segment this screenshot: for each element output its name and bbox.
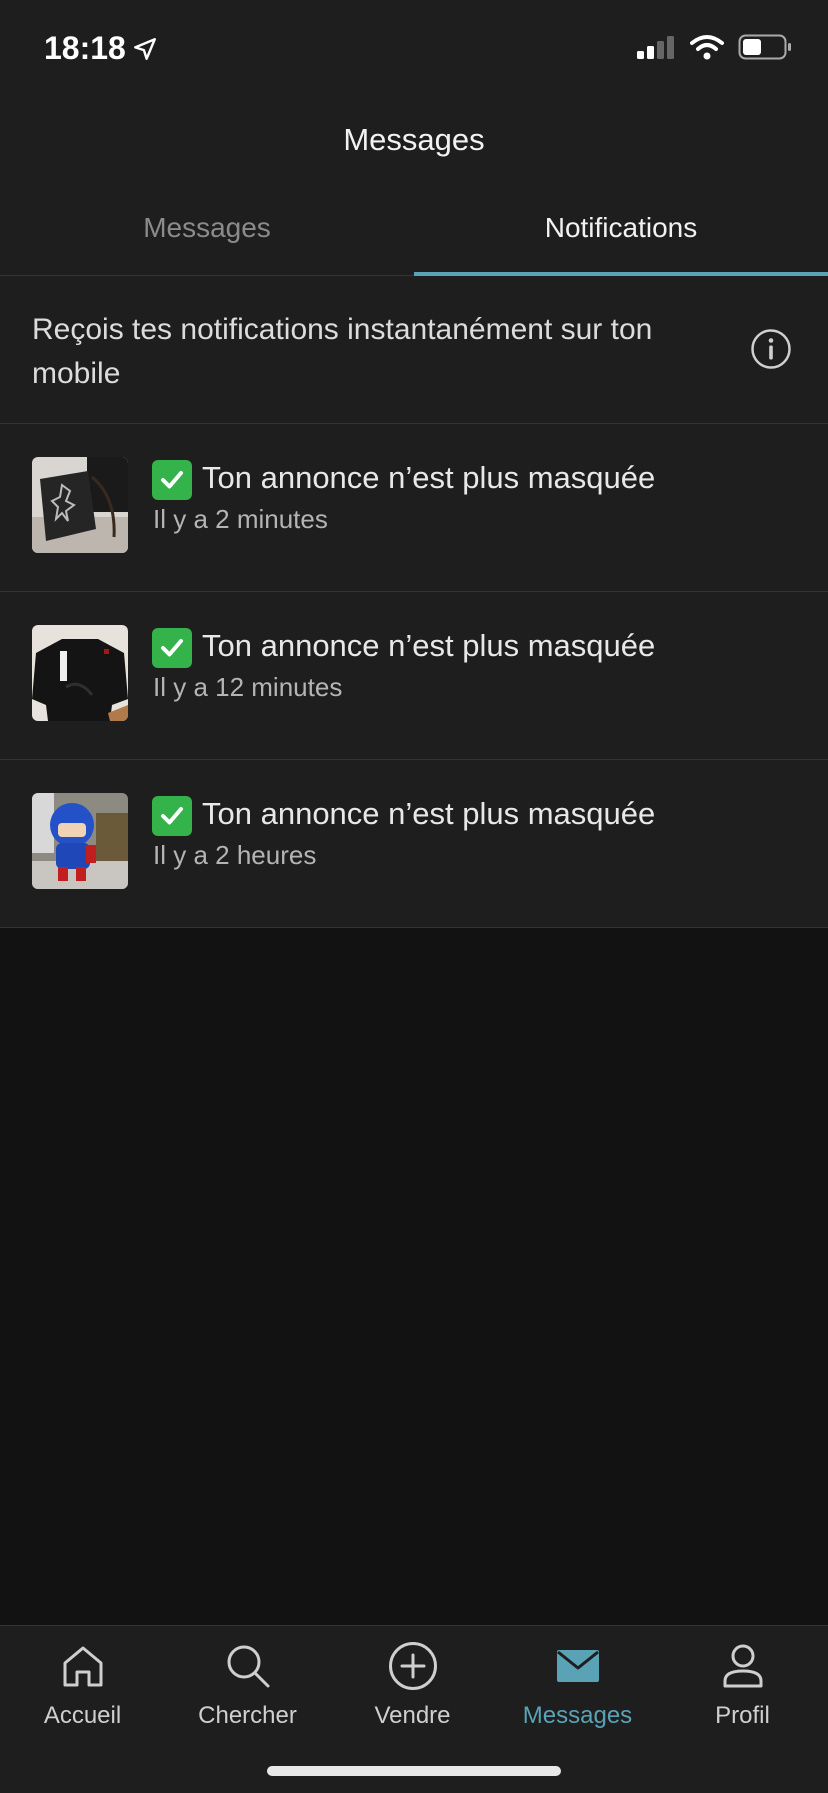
notification-title: Ton annonce n’est plus masquée (202, 460, 656, 495)
notification-title: Ton annonce n’est plus masquée (202, 796, 656, 831)
page-title: Messages (343, 122, 485, 157)
search-icon (227, 1645, 269, 1688)
tabbar-item-chercher[interactable]: Chercher (165, 1640, 330, 1730)
plus-circle-icon (388, 1642, 437, 1690)
user-icon (723, 1644, 762, 1688)
location-arrow-icon (133, 37, 156, 60)
push-notifications-banner[interactable]: Reçois tes notifications instantanément … (0, 276, 828, 424)
check-mark-icon (152, 796, 192, 836)
notification-time: Il y a 2 heures (153, 840, 317, 870)
tabbar-label: Profil (715, 1702, 770, 1729)
listing-thumbnail (32, 625, 128, 721)
tabbar-label: Accueil (43, 1702, 122, 1729)
notification-item[interactable]: Ton annonce n’est plus masquée Il y a 2 … (0, 424, 828, 592)
notification-time: Il y a 2 minutes (153, 504, 328, 534)
status-indicators (636, 34, 792, 60)
info-icon[interactable] (750, 328, 792, 370)
tabbar-item-accueil[interactable]: Accueil (0, 1640, 165, 1730)
notification-title: Ton annonce n’est plus masquée (202, 628, 656, 663)
cellular-signal-icon (637, 36, 674, 59)
status-bar: 18:18 (0, 0, 828, 96)
blue-figure-photo (32, 793, 128, 889)
header: Messages (0, 96, 828, 180)
black-bag-photo (32, 457, 128, 553)
banner-text: Reçois tes notifications instantanément … (32, 313, 653, 390)
tab-notifications[interactable]: Notifications (414, 180, 828, 276)
tabbar-item-profil[interactable]: Profil (660, 1640, 825, 1730)
home-icon (63, 1646, 102, 1687)
tabbar-label: Messages (522, 1702, 633, 1729)
listing-thumbnail (32, 457, 128, 553)
tabbar-label: Vendre (374, 1702, 451, 1729)
tabbar-item-messages[interactable]: Messages (495, 1640, 660, 1730)
black-sweatshirt-photo (32, 625, 128, 721)
status-time: 18:18 (44, 30, 158, 67)
status-time-text: 18:18 (44, 30, 126, 66)
listing-thumbnail (32, 793, 128, 889)
notification-time: Il y a 12 minutes (153, 672, 343, 702)
battery-icon (738, 34, 791, 60)
notification-item[interactable]: Ton annonce n’est plus masquée Il y a 2 … (0, 760, 828, 928)
notification-item[interactable]: Ton annonce n’est plus masquée Il y a 12… (0, 592, 828, 760)
home-indicator[interactable] (267, 1766, 561, 1776)
check-mark-icon (152, 460, 192, 500)
tabbar-label: Chercher (198, 1702, 297, 1729)
tabbar-item-vendre[interactable]: Vendre (330, 1640, 495, 1730)
check-mark-icon (152, 628, 192, 668)
wifi-icon (690, 35, 724, 60)
tab-bar-top: Messages Notifications (0, 180, 828, 276)
mail-icon (556, 1650, 599, 1682)
tab-messages[interactable]: Messages (0, 180, 414, 275)
